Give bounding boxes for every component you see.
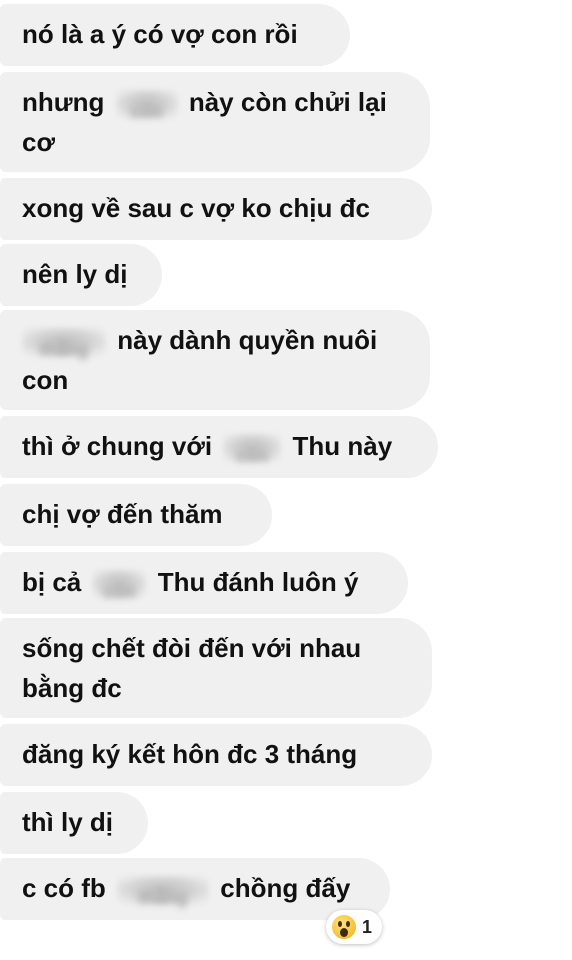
message-text: c có fb bbox=[22, 873, 106, 903]
message-bubble[interactable]: thì ở chung với con Thu này bbox=[0, 416, 438, 478]
message-thread: nó là a ý có vợ con rồi nhưng con này cò… bbox=[0, 0, 572, 960]
message-text: bị cả bbox=[22, 567, 82, 597]
message-bubble[interactable]: chị vợ đến thăm bbox=[0, 484, 272, 546]
message-text: này dành quyền nuôi bbox=[117, 325, 378, 355]
message-text: bằng đc bbox=[22, 673, 122, 703]
message-text: nhưng bbox=[22, 87, 105, 117]
message-text: thì ở chung với bbox=[22, 431, 213, 461]
message-text: chị vợ đến thăm bbox=[22, 499, 223, 529]
wow-emoji-icon bbox=[332, 915, 356, 939]
message-bubble[interactable]: bị cả con Thu đánh luôn ý bbox=[0, 552, 408, 614]
message-text: nên ly dị bbox=[22, 259, 128, 289]
redacted-word: con bbox=[115, 89, 178, 122]
message-line: thằng này dành quyền nuôi bbox=[22, 320, 408, 360]
message-text: xong về sau c vợ ko chịu đc bbox=[22, 193, 370, 223]
redacted-word: con bbox=[223, 433, 282, 466]
message-bubble[interactable]: thì ly dị bbox=[0, 792, 148, 854]
message-bubble[interactable]: thằng này dành quyền nuôi con bbox=[0, 310, 430, 410]
redacted-word: con bbox=[92, 569, 147, 602]
message-text: con bbox=[22, 365, 69, 395]
message-bubble[interactable]: đăng ký kết hôn đc 3 tháng bbox=[0, 724, 432, 786]
reaction-count: 1 bbox=[362, 916, 373, 937]
reaction-badge[interactable]: 1 bbox=[326, 910, 383, 944]
message-bubble[interactable]: sống chết đòi đến với nhau bằng đc bbox=[0, 618, 432, 718]
message-text: này còn chửi lại bbox=[188, 87, 387, 117]
message-bubble[interactable]: nên ly dị bbox=[0, 244, 162, 306]
message-text: cơ bbox=[22, 127, 55, 157]
message-text: chồng đấy bbox=[220, 873, 351, 903]
message-text: Thu đánh luôn ý bbox=[157, 567, 359, 597]
message-bubble[interactable]: nhưng con này còn chửi lại cơ bbox=[0, 72, 430, 172]
message-bubble[interactable]: c có fb thằng chồng đấy bbox=[0, 858, 390, 920]
message-bubble[interactable]: nó là a ý có vợ con rồi bbox=[0, 4, 350, 66]
message-text: đăng ký kết hôn đc 3 tháng bbox=[22, 739, 358, 769]
message-text: Thu này bbox=[292, 431, 393, 461]
message-text: sống chết đòi đến với nhau bbox=[22, 633, 362, 663]
message-line: nhưng con này còn chửi lại bbox=[22, 82, 408, 122]
redacted-word: thằng bbox=[117, 875, 210, 908]
message-text: thì ly dị bbox=[22, 807, 113, 837]
redacted-word: thằng bbox=[22, 327, 106, 360]
message-bubble[interactable]: xong về sau c vợ ko chịu đc bbox=[0, 178, 432, 240]
message-text: nó là a ý có vợ con rồi bbox=[22, 19, 298, 49]
